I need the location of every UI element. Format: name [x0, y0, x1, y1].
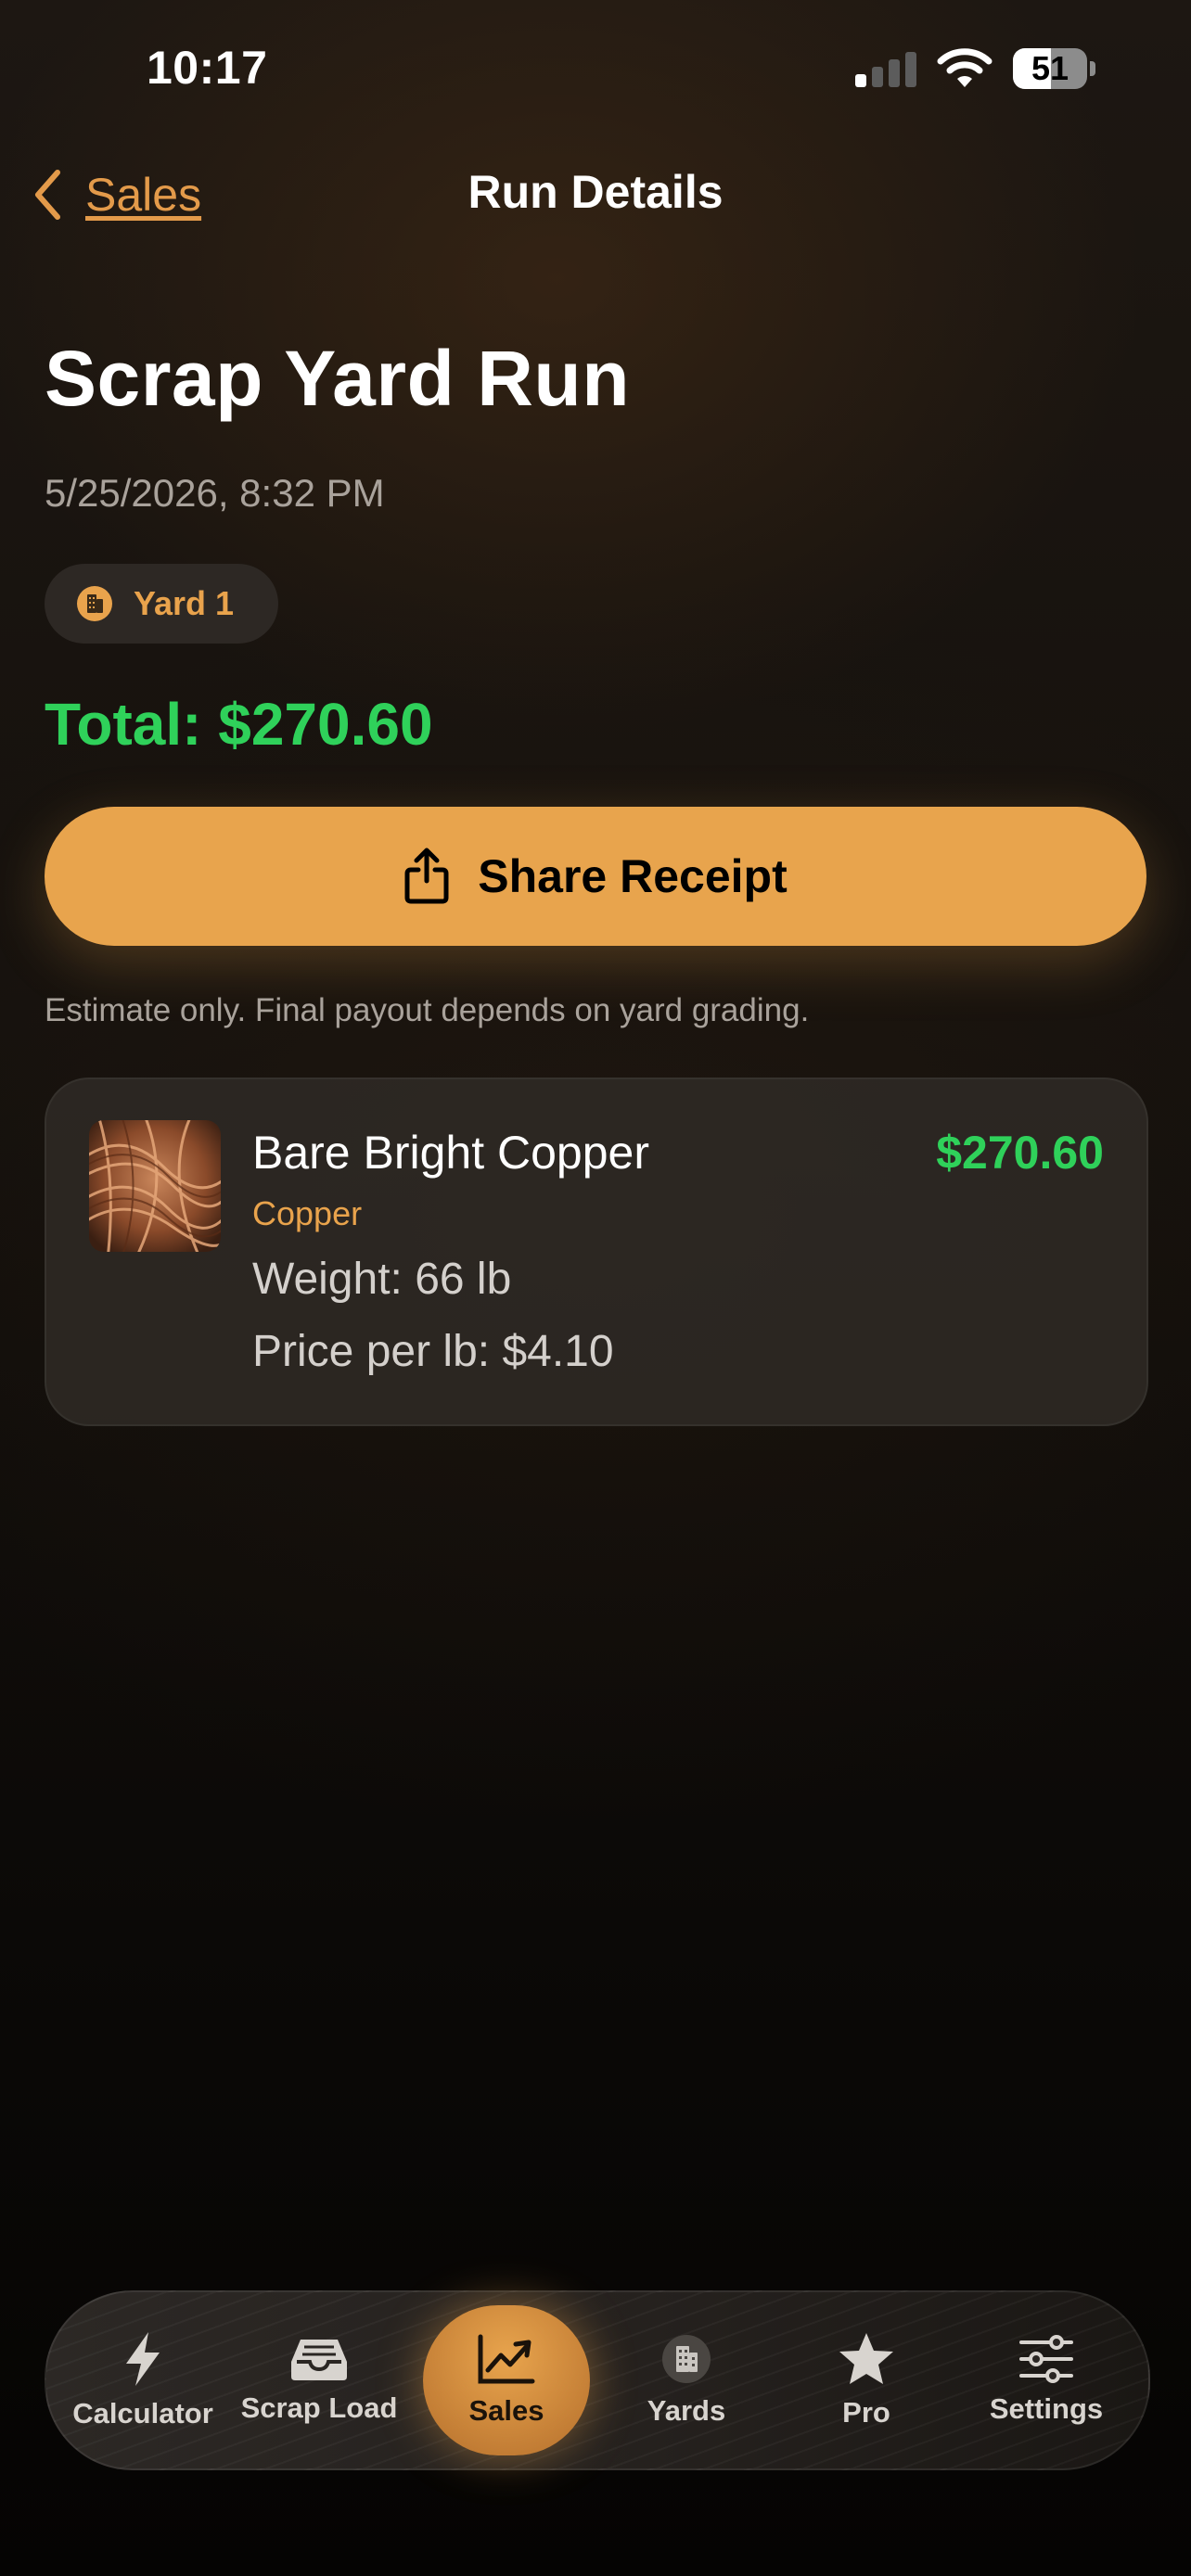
building-icon [77, 586, 112, 621]
tab-yards[interactable]: Yards [603, 2292, 770, 2468]
cellular-signal-icon [855, 50, 916, 87]
sliders-icon [1019, 2335, 1073, 2383]
tab-label: Settings [989, 2392, 1104, 2425]
share-receipt-button[interactable]: Share Receipt [45, 807, 1146, 946]
page-title: Scrap Yard Run [45, 335, 631, 422]
run-total: Total: $270.60 [45, 691, 433, 758]
copper-wire-thumbnail [89, 1120, 221, 1252]
yard-chip-label: Yard 1 [134, 584, 235, 622]
tab-scrap-load[interactable]: Scrap Load [236, 2292, 403, 2468]
battery-icon: 51 [1013, 48, 1098, 91]
share-receipt-label: Share Receipt [478, 850, 788, 902]
star-icon [839, 2333, 893, 2384]
line-item-card[interactable]: Bare Bright Copper $270.60 Copper Weight… [45, 1078, 1148, 1426]
item-category: Copper [252, 1194, 363, 1232]
building-icon [662, 2335, 711, 2383]
wifi-icon [937, 48, 992, 87]
item-price-per-lb: Price per lb: $4.10 [252, 1327, 614, 1376]
item-weight: Weight: 66 lb [252, 1255, 512, 1304]
tray-icon [291, 2340, 347, 2380]
tab-pro[interactable]: Pro [783, 2292, 950, 2468]
tab-settings[interactable]: Settings [963, 2292, 1130, 2468]
status-time: 10:17 [147, 42, 268, 94]
yard-chip[interactable]: Yard 1 [45, 564, 278, 644]
battery-percent: 51 [1031, 49, 1069, 87]
tab-label: Yards [647, 2394, 726, 2427]
nav-title: Run Details [467, 166, 724, 218]
share-icon [404, 848, 449, 904]
tab-label: Pro [842, 2396, 890, 2429]
tab-label: Calculator [72, 2397, 213, 2429]
item-price: $270.60 [936, 1127, 1104, 1179]
run-date: 5/25/2026, 8:32 PM [45, 471, 385, 515]
tab-label: Scrap Load [240, 2391, 398, 2424]
tab-bar: Calculator Scrap Load Sales Yards Pro Se… [45, 2290, 1150, 2470]
item-name: Bare Bright Copper [252, 1127, 650, 1179]
disclaimer-text: Estimate only. Final payout depends on y… [45, 992, 810, 1028]
chart-icon [478, 2334, 535, 2384]
tab-calculator[interactable]: Calculator [59, 2292, 226, 2468]
tab-label: Sales [468, 2394, 544, 2427]
bolt-icon [126, 2332, 160, 2386]
tab-sales[interactable]: Sales [423, 2305, 590, 2455]
